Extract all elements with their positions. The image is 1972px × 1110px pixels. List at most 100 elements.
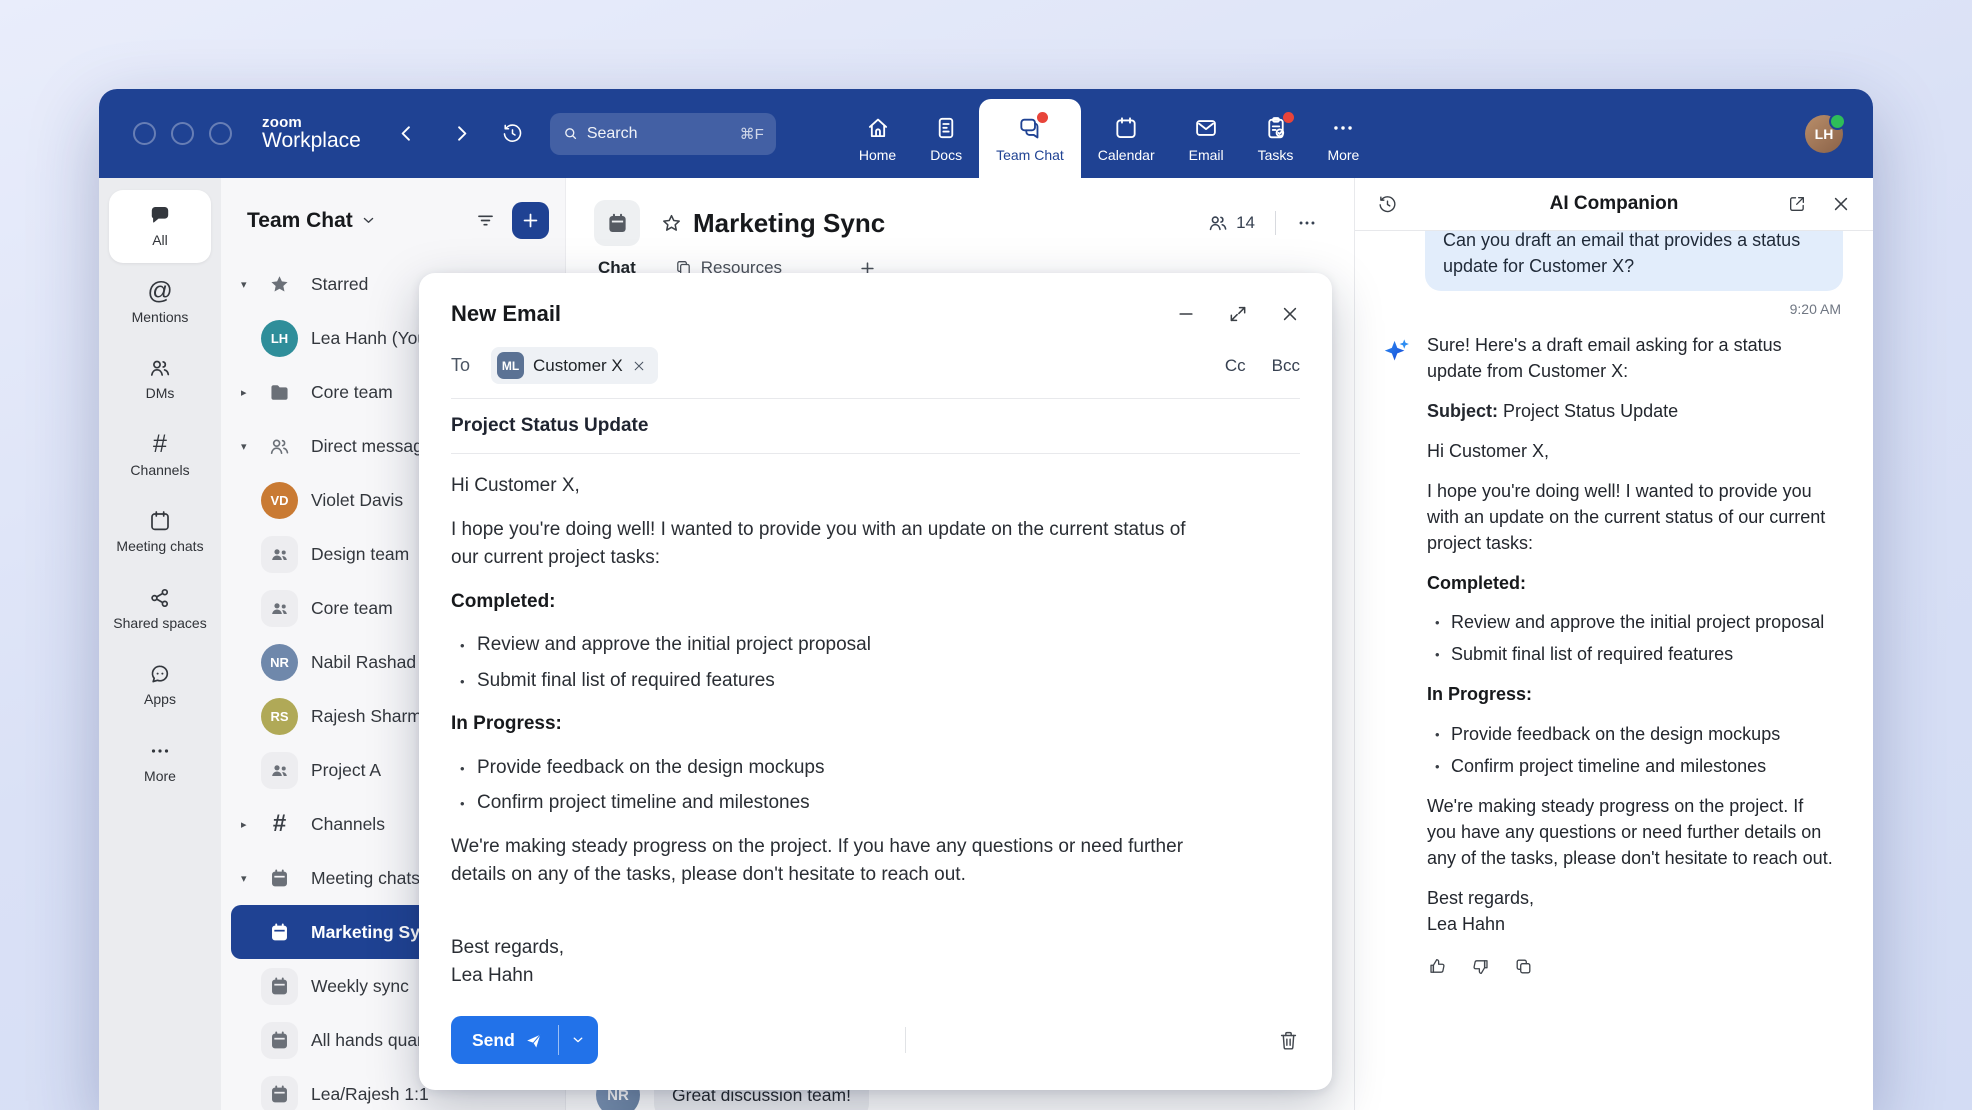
hash-icon: # bbox=[148, 433, 172, 457]
navbar-right-icons-notifications[interactable] bbox=[1658, 122, 1681, 145]
remove-recipient-icon[interactable] bbox=[632, 359, 646, 373]
members-icon bbox=[1207, 212, 1229, 234]
navbar-right-icons-schedule[interactable] bbox=[1708, 122, 1731, 145]
to-label: To bbox=[451, 355, 491, 376]
to-field[interactable]: To ML Customer X Cc Bcc bbox=[419, 337, 1332, 398]
chat-filled-icon bbox=[148, 203, 172, 227]
left-rail-dms[interactable]: DMs bbox=[109, 343, 211, 416]
navbar-right-icons-ai-companion[interactable] bbox=[1758, 122, 1781, 145]
paragraph: Sure! Here's a draft email asking for a … bbox=[1427, 333, 1833, 385]
history-icon[interactable] bbox=[1377, 194, 1398, 215]
search-input[interactable]: Search ⌘F bbox=[550, 113, 776, 155]
chat-row-label: Violet Davis bbox=[311, 490, 403, 511]
expand-icon[interactable] bbox=[1228, 304, 1248, 324]
encrypt-button[interactable] bbox=[935, 1028, 959, 1052]
recipient-avatar: ML bbox=[497, 352, 524, 379]
minimize-icon[interactable] bbox=[1176, 304, 1196, 324]
zoom-workplace-logo: zoom Workplace bbox=[262, 115, 361, 153]
chevron-down-icon bbox=[571, 1033, 585, 1047]
calendar-icon bbox=[1113, 115, 1139, 141]
left-rail-shared-spaces[interactable]: Shared spaces bbox=[109, 573, 211, 646]
team-chat-icon bbox=[1017, 115, 1043, 141]
close-icon[interactable] bbox=[1280, 304, 1300, 324]
nav-tab-label: Home bbox=[859, 147, 896, 163]
nav-tab-label: Team Chat bbox=[996, 147, 1064, 163]
row-chevron-icon[interactable] bbox=[241, 818, 261, 831]
left-rail-mentions[interactable]: @ Mentions bbox=[109, 267, 211, 340]
gif-button[interactable] bbox=[852, 1028, 876, 1052]
chat-row-label: Core team bbox=[311, 598, 393, 619]
presence-online-dot bbox=[1829, 113, 1846, 130]
main-nav-tabs-more[interactable]: More bbox=[1310, 99, 1376, 178]
image-button[interactable] bbox=[799, 1028, 823, 1052]
left-rail-meeting-chats[interactable]: Meeting chats bbox=[109, 496, 211, 569]
template-button[interactable] bbox=[1041, 1028, 1065, 1052]
header-divider bbox=[1275, 211, 1276, 235]
thumbs-up-icon[interactable] bbox=[1427, 956, 1448, 977]
filter-icon[interactable] bbox=[475, 210, 496, 231]
ai-sparkle-dark-button[interactable] bbox=[1094, 1028, 1118, 1052]
zoom-window-button[interactable] bbox=[209, 122, 232, 145]
emoji-button[interactable] bbox=[746, 1028, 770, 1052]
more-dots-button[interactable] bbox=[1200, 1028, 1224, 1052]
row-chevron-icon[interactable] bbox=[241, 386, 261, 399]
left-rail-channels[interactable]: # Channels bbox=[109, 420, 211, 493]
row-chevron-icon[interactable] bbox=[241, 440, 261, 453]
send-button[interactable]: Send bbox=[451, 1016, 598, 1064]
main-nav-tabs-docs[interactable]: Docs bbox=[913, 99, 979, 178]
main-nav-tabs-calendar[interactable]: Calendar bbox=[1081, 99, 1172, 178]
navbar-right-icons-help[interactable] bbox=[1608, 122, 1631, 145]
send-options-button[interactable] bbox=[559, 1016, 598, 1064]
left-rail-all[interactable]: All bbox=[109, 190, 211, 263]
calendar-filled-icon bbox=[261, 860, 298, 897]
main-nav-tabs-email[interactable]: Email bbox=[1172, 99, 1241, 178]
bcc-button[interactable]: Bcc bbox=[1272, 356, 1300, 376]
signature-button[interactable] bbox=[988, 1028, 1012, 1052]
forward-button[interactable] bbox=[450, 122, 473, 145]
compose-toolbar: Send bbox=[419, 1000, 1332, 1090]
calendar-filled-icon bbox=[261, 1022, 298, 1059]
signature: Best regards, Lea Hahn bbox=[1427, 886, 1833, 938]
main-nav-tabs-team-chat[interactable]: Team Chat bbox=[979, 99, 1081, 178]
attach-file-button[interactable] bbox=[693, 1028, 717, 1052]
nav-tab-label: Docs bbox=[930, 147, 962, 163]
favorite-star-icon[interactable] bbox=[660, 212, 683, 235]
subject-field[interactable]: Project Status Update bbox=[419, 399, 1332, 453]
email-body-editor[interactable]: Hi Customer X,I hope you're doing well! … bbox=[419, 454, 1237, 991]
close-window-button[interactable] bbox=[133, 122, 156, 145]
format-text-button[interactable] bbox=[640, 1028, 664, 1052]
close-icon[interactable] bbox=[1831, 194, 1851, 214]
row-chevron-icon[interactable] bbox=[241, 278, 261, 291]
rail-item-label: Shared spaces bbox=[113, 615, 206, 633]
open-in-window-icon[interactable] bbox=[1787, 194, 1807, 214]
ai-companion-icon bbox=[1381, 335, 1412, 366]
channel-more-button[interactable] bbox=[1296, 212, 1318, 234]
ai-panel-header: AI Companion bbox=[1355, 178, 1873, 231]
user-avatar[interactable]: LH bbox=[1805, 115, 1843, 153]
minimize-window-button[interactable] bbox=[171, 122, 194, 145]
discard-draft-icon[interactable] bbox=[1277, 1029, 1300, 1052]
main-nav-tabs-tasks[interactable]: Tasks bbox=[1241, 99, 1311, 178]
history-icon[interactable] bbox=[501, 122, 524, 145]
main-nav-tabs-home[interactable]: Home bbox=[842, 99, 913, 178]
chat-list-title[interactable]: Team Chat bbox=[247, 209, 353, 233]
cc-button[interactable]: Cc bbox=[1225, 356, 1246, 376]
paragraph: We're making steady progress on the proj… bbox=[451, 833, 1205, 890]
recipient-chip[interactable]: ML Customer X bbox=[491, 347, 658, 384]
copy-icon[interactable] bbox=[1513, 956, 1534, 977]
user-prompt-bubble: Can you draft an email that provides a s… bbox=[1425, 231, 1843, 291]
thumbs-down-icon[interactable] bbox=[1470, 956, 1491, 977]
row-chevron-icon[interactable] bbox=[241, 872, 261, 885]
rail-item-label: Apps bbox=[144, 691, 176, 709]
avatar: LH bbox=[261, 320, 298, 357]
chat-row-label: Nabil Rashad bbox=[311, 652, 416, 673]
left-rail-more[interactable]: More bbox=[109, 726, 211, 799]
variable-button[interactable] bbox=[1147, 1028, 1171, 1052]
chat-row-label: Lea Hanh (You) bbox=[311, 328, 433, 349]
calendar-filled-icon bbox=[261, 968, 298, 1005]
recipient-name: Customer X bbox=[533, 356, 623, 376]
member-count-button[interactable]: 14 bbox=[1207, 212, 1255, 234]
left-rail-apps[interactable]: Apps bbox=[109, 649, 211, 722]
new-chat-button[interactable] bbox=[512, 202, 549, 239]
back-button[interactable] bbox=[395, 122, 418, 145]
